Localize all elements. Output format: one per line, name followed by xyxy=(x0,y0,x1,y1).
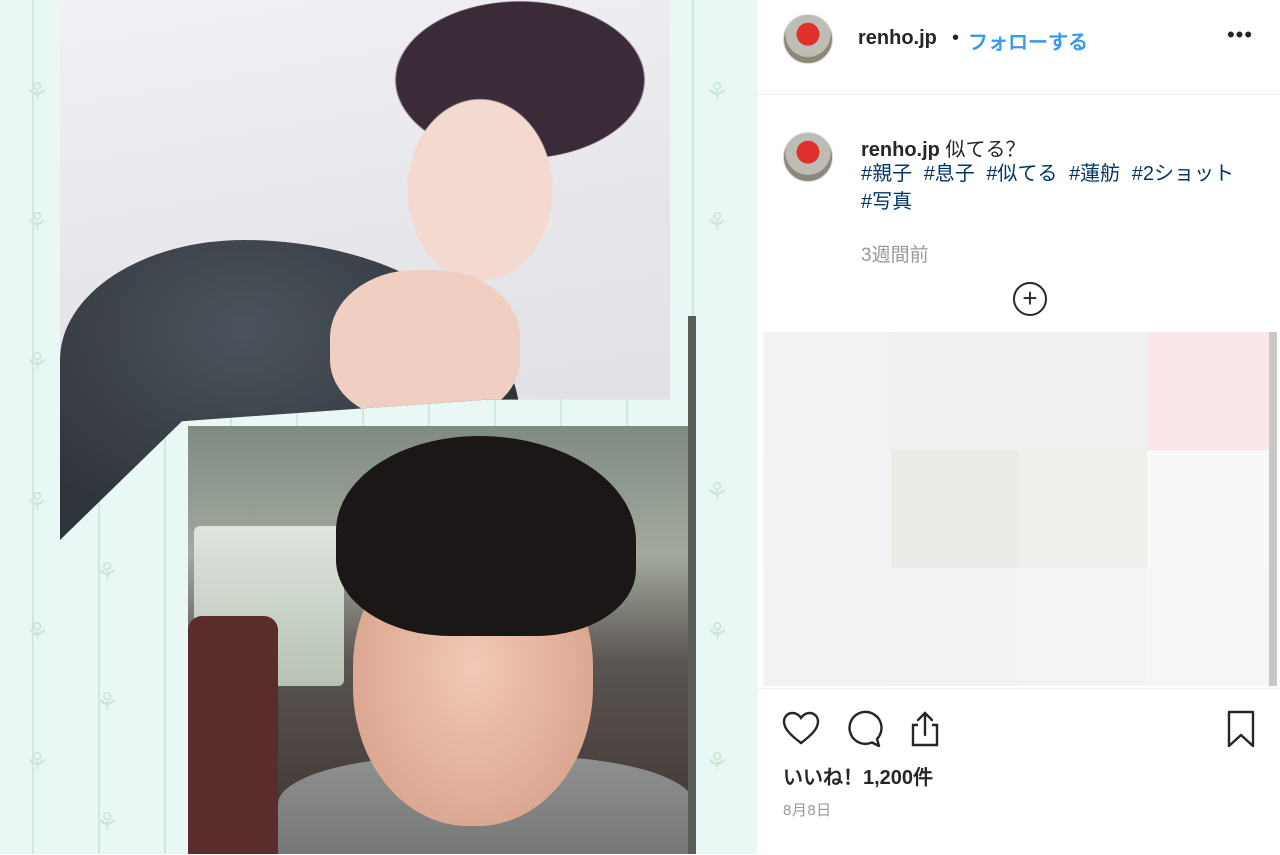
ribbon-bow-icon: ⚘ xyxy=(705,748,729,778)
ribbon-bow-icon: ⚘ xyxy=(95,688,119,718)
caption-line: renho.jp 似てる？ xyxy=(861,133,1025,162)
mosaic-tile xyxy=(1019,450,1147,568)
ribbon-bow-icon: ⚘ xyxy=(25,348,49,378)
follow-button[interactable]: フォローする xyxy=(968,26,1088,55)
ribbon-bow-icon: ⚘ xyxy=(95,558,119,588)
hashtag-link[interactable]: #息子 xyxy=(924,163,975,185)
share-icon[interactable] xyxy=(905,709,945,749)
post-date: 8月8日 xyxy=(783,802,832,819)
ribbon-bow-icon: ⚘ xyxy=(25,748,49,778)
comment-icon[interactable] xyxy=(843,709,883,749)
like-count[interactable]: いいね！1,200件 xyxy=(783,761,933,790)
scrollbar[interactable] xyxy=(1269,332,1277,686)
avatar[interactable] xyxy=(783,14,833,64)
ribbon-bow-icon: ⚘ xyxy=(705,208,729,238)
caption-username-link[interactable]: renho.jp xyxy=(861,139,940,161)
mosaic-tile xyxy=(891,450,1019,568)
hashtag-link[interactable]: #似てる xyxy=(986,163,1057,185)
caption-text: 似てる？ xyxy=(945,139,1026,161)
mosaic-tile xyxy=(1019,332,1147,450)
mosaic-tile xyxy=(1147,332,1275,450)
post-image[interactable]: ⚘ ⚘ ⚘ ⚘ ⚘ ⚘ ⚘ ⚘ ⚘ ⚘ ⚘ ⚘ ⚘ ⚘ xyxy=(0,0,756,854)
mosaic-tile xyxy=(1147,450,1275,568)
ribbon-bow-icon: ⚘ xyxy=(25,78,49,108)
photo-mother xyxy=(188,426,694,854)
mosaic-tile xyxy=(891,568,1019,686)
ribbon-bow-icon: ⚘ xyxy=(705,478,729,508)
censored-comments-area xyxy=(763,332,1275,686)
more-options-icon[interactable]: ••• xyxy=(1223,18,1257,52)
son-hand xyxy=(330,270,520,420)
mosaic-tile xyxy=(763,450,891,568)
post-sidebar: renho.jp • フォローする ••• renho.jp 似てる？ #親子 … xyxy=(756,0,1280,854)
hashtag-link[interactable]: #2ショット xyxy=(1132,163,1234,185)
hashtag-link[interactable]: #写真 xyxy=(861,191,912,213)
post-header: renho.jp • フォローする ••• xyxy=(757,0,1280,95)
mosaic-tile xyxy=(891,332,1019,450)
ribbon-bow-icon: ⚘ xyxy=(705,618,729,648)
bookmark-icon[interactable] xyxy=(1221,709,1261,749)
ribbon-bow-icon: ⚘ xyxy=(25,488,49,518)
heart-icon[interactable] xyxy=(781,709,821,749)
ribbon-bow-icon: ⚘ xyxy=(25,618,49,648)
avatar[interactable] xyxy=(783,132,833,182)
mosaic-tile xyxy=(1019,568,1147,686)
mosaic-tile xyxy=(763,568,891,686)
hashtag-link[interactable]: #親子 xyxy=(861,163,912,185)
caption-timestamp: 3週間前 xyxy=(861,245,929,266)
mosaic-tile xyxy=(1147,568,1275,686)
hashtag-list: #親子 #息子 #似てる #蓮舫 #2ショット #写真 xyxy=(861,160,1261,216)
car-seat xyxy=(188,616,278,854)
plus-circle-icon[interactable]: + xyxy=(1013,282,1047,316)
mother-hair xyxy=(336,436,636,636)
ribbon-bow-icon: ⚘ xyxy=(25,208,49,238)
ribbon-bow-icon: ⚘ xyxy=(705,78,729,108)
photo-frame-edge xyxy=(688,316,696,854)
mosaic-tile xyxy=(763,332,891,450)
hashtag-link[interactable]: #蓮舫 xyxy=(1069,163,1120,185)
action-bar: いいね！1,200件 8月8日 xyxy=(757,688,1280,855)
ribbon-bow-icon: ⚘ xyxy=(95,808,119,838)
username-link[interactable]: renho.jp xyxy=(858,27,937,50)
header-separator: • xyxy=(952,27,960,49)
